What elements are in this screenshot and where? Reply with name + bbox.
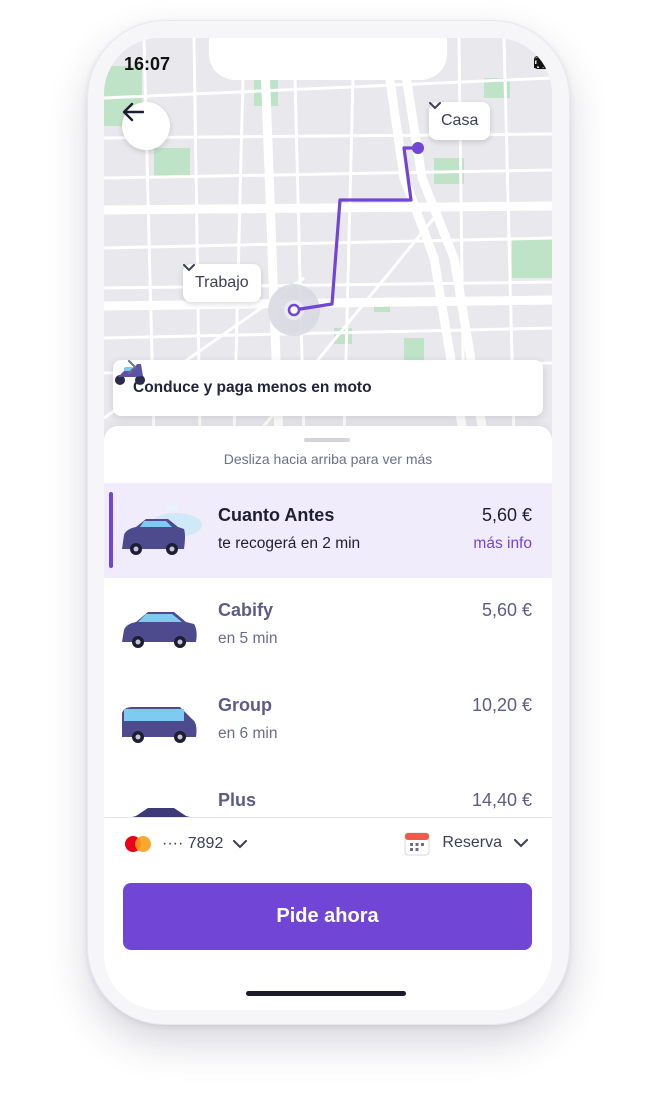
ride-options-list: Cuanto Antes te recogerá en 2 min 5,60 €… <box>104 483 552 817</box>
chevron-down-icon <box>183 264 195 272</box>
ride-option-cuanto-antes[interactable]: Cuanto Antes te recogerá en 2 min 5,60 €… <box>104 483 552 578</box>
origin-label: Trabajo <box>195 274 249 291</box>
promo-text: Conduce y paga menos en moto <box>133 379 372 396</box>
payment-selector[interactable]: ···· 7892 <box>124 829 248 859</box>
car-icon <box>132 808 190 817</box>
chevron-right-icon <box>128 360 137 374</box>
sheet-drag-handle[interactable] <box>304 438 350 442</box>
ride-option-plus[interactable]: Plus 14,40 € <box>104 768 552 817</box>
ride-eta: te recogerá en 2 min <box>218 535 361 552</box>
chevron-down-icon <box>514 838 528 847</box>
battery-icon <box>534 56 552 69</box>
ride-name: Group <box>218 695 272 715</box>
ride-eta: en 5 min <box>218 630 278 647</box>
origin-pill[interactable]: Trabajo <box>183 264 261 302</box>
destination-label: Casa <box>441 112 479 129</box>
ride-name: Plus <box>218 790 257 810</box>
ride-name: Cuanto Antes <box>218 505 335 525</box>
chevron-down-icon <box>233 839 248 848</box>
van-icon <box>122 707 197 743</box>
taxi-car-icon <box>122 505 202 555</box>
selected-indicator <box>109 492 113 568</box>
ride-name: Cabify <box>218 600 274 620</box>
reserve-label: Reserva <box>442 834 502 851</box>
status-time: 16:07 <box>124 54 171 74</box>
ride-option-cabify[interactable]: Cabify en 5 min 5,60 € <box>104 578 552 673</box>
ride-price: 5,60 € <box>481 505 532 525</box>
chevron-down-icon <box>429 102 441 110</box>
ride-eta: en 6 min <box>218 725 278 742</box>
app-screen: 16:07 Casa Trabajo Conduce y paga menos … <box>104 38 552 1010</box>
mastercard-icon <box>125 836 151 852</box>
destination-pill[interactable]: Casa <box>429 102 491 140</box>
ride-price: 5,60 € <box>481 600 532 620</box>
ride-price: 14,40 € <box>471 790 532 810</box>
moto-promo-banner[interactable]: Conduce y paga menos en moto <box>113 360 543 416</box>
swipe-hint: Desliza hacia arriba para ver más <box>223 451 433 467</box>
bottom-sheet[interactable]: Desliza hacia arriba para ver más Cuanto… <box>104 426 552 1010</box>
request-ride-button[interactable]: Pide ahora <box>123 883 532 950</box>
back-button[interactable] <box>122 102 170 150</box>
notch <box>209 38 447 80</box>
ride-price: 10,20 € <box>471 695 532 715</box>
car-icon <box>122 612 197 648</box>
arrow-left-icon <box>122 102 144 122</box>
card-number: ···· 7892 <box>162 835 224 852</box>
more-info-link[interactable]: más info <box>473 535 532 553</box>
divider <box>104 817 552 818</box>
ride-option-group[interactable]: Group en 6 min 10,20 € <box>104 673 552 768</box>
calendar-icon <box>404 832 430 856</box>
map-view[interactable]: 16:07 Casa Trabajo Conduce y paga menos … <box>104 38 552 438</box>
reserve-selector[interactable]: Reserva <box>404 826 528 860</box>
home-indicator[interactable] <box>246 991 406 996</box>
